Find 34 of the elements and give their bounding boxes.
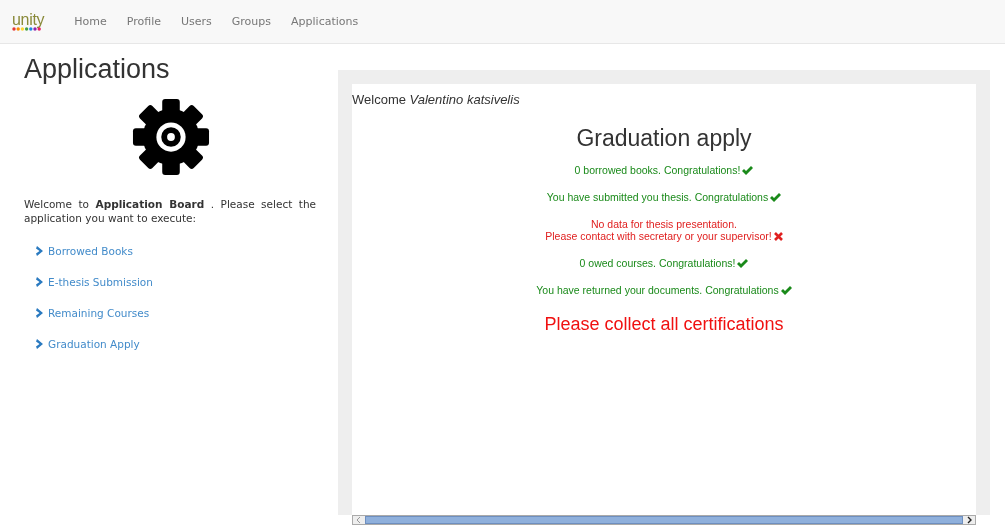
check-icon xyxy=(742,165,754,175)
nav-link[interactable]: Profile xyxy=(126,15,161,28)
welcome-text: Welcome Valentino katsivelis xyxy=(352,92,521,107)
chevron-icon xyxy=(36,245,44,256)
cross-icon xyxy=(773,231,783,241)
status-message: No data for thesis presentation. xyxy=(591,218,737,230)
horizontal-scrollbar[interactable] xyxy=(352,515,976,525)
page-title: Applications xyxy=(24,54,171,85)
application-link[interactable]: Graduation Apply xyxy=(36,337,140,350)
check-icon xyxy=(770,192,782,202)
status-message: 0 owed courses. Congratulations! xyxy=(579,257,736,269)
unity-logo[interactable]: unity xyxy=(12,12,45,31)
chevron-icon xyxy=(36,307,44,318)
application-link[interactable]: E-thesis Submission xyxy=(36,275,153,288)
check-icon xyxy=(780,285,792,295)
result-message: Please collect all certifications xyxy=(543,314,785,335)
gear-icon xyxy=(132,98,210,176)
status-message: Please contact with secretary or your supervisor! xyxy=(545,230,772,242)
frame-title: Graduation apply xyxy=(575,125,753,152)
intro-text: Welcome to Application Board . Please select the application you want to execute: xyxy=(24,197,316,225)
application-link[interactable]: Borrowed Books xyxy=(36,244,133,257)
status-message: You have submitted you thesis. Congratulations xyxy=(546,191,769,203)
application-link[interactable]: Remaining Courses xyxy=(36,306,150,319)
nav-link[interactable]: Applications xyxy=(291,15,359,28)
nav-link[interactable]: Users xyxy=(181,15,212,28)
nav-link[interactable]: Groups xyxy=(231,15,272,28)
scroll-left-icon[interactable] xyxy=(353,516,365,524)
status-message: 0 borrowed books. Congratulations! xyxy=(574,164,741,176)
nav-link[interactable]: Home xyxy=(74,15,107,28)
scroll-right-icon[interactable] xyxy=(963,516,975,524)
check-icon xyxy=(737,258,749,268)
chevron-icon xyxy=(36,276,44,287)
chevron-icon xyxy=(36,338,44,349)
status-message: You have returned your documents. Congratulations xyxy=(536,284,779,296)
